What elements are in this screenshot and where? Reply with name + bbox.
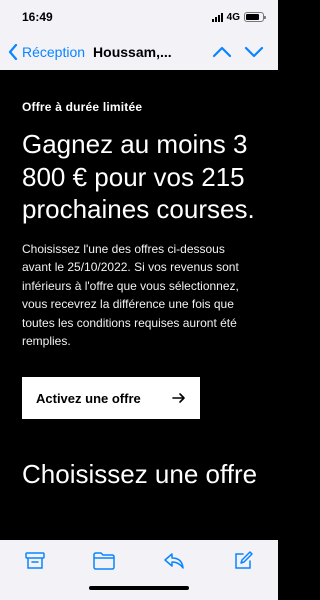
activate-offer-label: Activez une offre — [36, 390, 141, 406]
mail-toolbar — [0, 540, 278, 600]
compose-button[interactable] — [230, 548, 256, 574]
next-message-button[interactable] — [244, 46, 264, 58]
folder-icon — [93, 552, 115, 570]
network-label: 4G — [226, 11, 240, 23]
chevron-left-icon — [8, 44, 18, 60]
signal-icon — [211, 12, 223, 22]
chevron-down-icon — [244, 46, 264, 58]
offer-description: Choisissez l'une des offres ci-dessous a… — [22, 241, 239, 349]
navigation-bar: Réception Houssam,... — [0, 34, 278, 70]
archive-icon — [25, 552, 45, 569]
move-to-folder-button[interactable] — [91, 548, 117, 574]
email-body[interactable]: Offre à durée limitée Gagnez au moins 3 … — [0, 70, 278, 540]
offer-eyebrow: Offre à durée limitée — [22, 100, 143, 114]
section-title: Choisissez une offre — [22, 459, 258, 490]
reply-icon — [164, 553, 184, 569]
status-indicators: 4G — [211, 11, 266, 23]
arrow-right-icon — [172, 393, 185, 403]
previous-message-button[interactable] — [212, 46, 232, 58]
back-button[interactable]: Réception — [8, 44, 85, 60]
chevron-up-icon — [212, 46, 232, 58]
battery-icon — [244, 12, 266, 22]
battery-level — [246, 14, 259, 20]
home-indicator[interactable] — [89, 586, 189, 590]
reply-button[interactable] — [161, 548, 187, 574]
sender-title: Houssam,... — [93, 44, 172, 60]
status-time: 16:49 — [22, 10, 53, 24]
offer-headline: Gagnez au moins 3 800 € pour vos 215 pro… — [22, 129, 255, 224]
activate-offer-button[interactable]: Activez une offre — [22, 377, 200, 420]
archive-button[interactable] — [22, 548, 48, 574]
message-nav — [212, 46, 264, 58]
status-bar: 16:49 4G — [0, 0, 278, 34]
back-label: Réception — [22, 44, 86, 60]
compose-icon — [235, 551, 253, 569]
